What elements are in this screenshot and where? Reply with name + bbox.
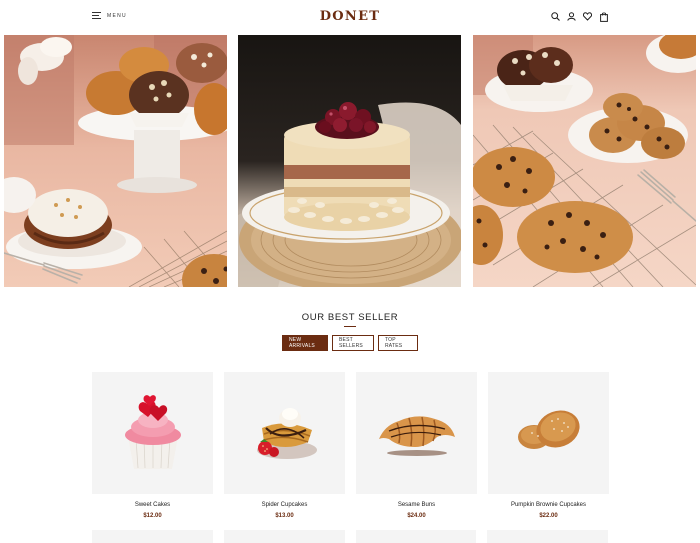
- hero-gallery: [4, 35, 696, 287]
- tab-top-rates[interactable]: TOP RATES: [378, 335, 418, 351]
- product-grid: Sweet Cakes $12.00 Spider Cupcakes $13.0…: [92, 372, 609, 519]
- menu-button[interactable]: MENU: [92, 12, 127, 19]
- bag-icon[interactable]: [599, 11, 608, 22]
- header-icons: [551, 11, 608, 22]
- menu-label: MENU: [107, 12, 127, 19]
- product-image[interactable]: [92, 372, 213, 494]
- product-name[interactable]: Sweet Cakes: [92, 502, 213, 508]
- product-card-partial[interactable]: [355, 530, 477, 543]
- cheesecake-image[interactable]: [238, 35, 462, 287]
- header: MENU DONET: [0, 0, 700, 35]
- product-price: $22.00: [539, 513, 558, 519]
- section-title: OUR BEST SELLER: [301, 312, 399, 323]
- product-card-partial[interactable]: [223, 530, 345, 543]
- product-card-partial[interactable]: [92, 530, 213, 543]
- title-underline: [344, 326, 356, 327]
- product-image[interactable]: [356, 372, 477, 494]
- product-card[interactable]: Pumpkin Brownie Cupcakes $22.00: [488, 372, 609, 519]
- product-price: $12.00: [143, 513, 162, 519]
- heart-icon[interactable]: [583, 11, 592, 22]
- cookies-image[interactable]: [472, 35, 696, 287]
- user-icon[interactable]: [567, 11, 576, 22]
- product-name[interactable]: Pumpkin Brownie Cupcakes: [488, 502, 609, 508]
- next-product-row: [92, 530, 608, 543]
- product-name[interactable]: Sesame Buns: [356, 502, 477, 508]
- logo[interactable]: DONET: [320, 9, 381, 24]
- hamburger-icon: [92, 12, 101, 19]
- product-card[interactable]: Spider Cupcakes $13.00: [224, 372, 345, 519]
- search-icon[interactable]: [551, 11, 560, 22]
- product-image[interactable]: [488, 372, 609, 494]
- product-tabs: NEW ARRIVALS BEST SELLERS TOP RATES: [0, 335, 700, 351]
- product-card-partial[interactable]: [487, 530, 608, 543]
- product-card[interactable]: Sweet Cakes $12.00: [92, 372, 213, 519]
- product-name[interactable]: Spider Cupcakes: [224, 502, 345, 508]
- tab-new-arrivals[interactable]: NEW ARRIVALS: [282, 335, 328, 351]
- tab-best-sellers[interactable]: BEST SELLERS: [332, 335, 374, 351]
- product-price: $13.00: [275, 513, 294, 519]
- product-image[interactable]: [224, 372, 345, 494]
- product-card[interactable]: Sesame Buns $24.00: [356, 372, 477, 519]
- pastries-image[interactable]: [4, 35, 227, 287]
- product-price: $24.00: [407, 513, 426, 519]
